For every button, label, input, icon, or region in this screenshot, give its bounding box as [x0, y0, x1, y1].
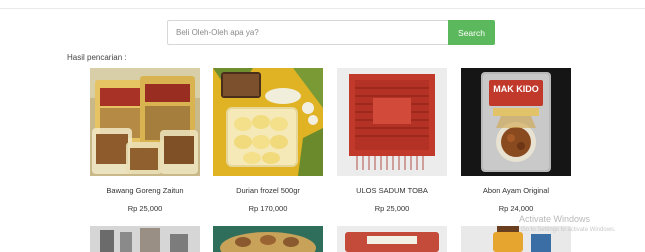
product-name[interactable]: Durian frozel 500gr: [213, 186, 323, 195]
product-image-bawang-goreng: [90, 68, 200, 176]
search-input[interactable]: [167, 20, 448, 45]
search-button[interactable]: Search: [448, 20, 495, 45]
product-image-durian: [213, 68, 323, 176]
search-bar: Search: [167, 20, 495, 45]
product-name[interactable]: ULOS SADUM TOBA: [337, 186, 447, 195]
product-image-ulos: [337, 68, 447, 176]
activate-windows-subtitle: Go to Settings to activate Windows.: [521, 227, 616, 233]
product-image-partial[interactable]: [213, 226, 323, 252]
product-card[interactable]: Bawang Goreng Zaitun Rp 25,000: [90, 68, 200, 213]
results-label: Hasil pencarian :: [67, 53, 127, 62]
product-price: Rp 25,000: [374, 204, 410, 213]
product-card[interactable]: Durian frozel 500gr Rp 170,000: [213, 68, 323, 213]
product-price: Rp 25,000: [127, 204, 163, 213]
product-image-abon: MAK KIDO: [461, 68, 571, 176]
activate-windows-watermark: Activate Windows: [519, 214, 591, 224]
product-price: Rp 170,000: [248, 204, 288, 213]
brand-text: MAK KIDO: [493, 84, 539, 94]
product-name[interactable]: Abon Ayam Original: [461, 186, 571, 195]
product-name[interactable]: Bawang Goreng Zaitun: [90, 186, 200, 195]
header-divider: [0, 8, 645, 9]
product-card[interactable]: ULOS SADUM TOBA Rp 25,000: [337, 68, 447, 213]
product-image-partial[interactable]: [337, 226, 447, 252]
product-price: Rp 24,000: [498, 204, 534, 213]
product-image-partial[interactable]: [90, 226, 200, 252]
product-card[interactable]: MAK KIDO Abon Ayam Original Rp 24,000: [461, 68, 571, 213]
